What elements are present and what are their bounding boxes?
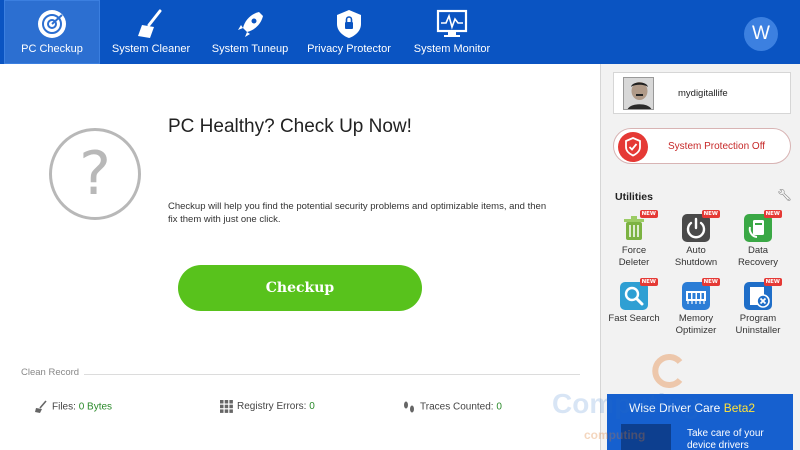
pc-checkup-icon (38, 10, 66, 38)
watermark-logo (652, 354, 683, 388)
shield-icon (337, 10, 361, 38)
broom-icon (138, 9, 162, 38)
checkup-button[interactable]: Checkup (178, 265, 422, 311)
top-nav-bar: PC Checkup System Cleaner System Tuneup … (0, 0, 800, 64)
stat-traces-counted: Traces Counted: 0 (402, 400, 502, 414)
protection-shield-icon (618, 132, 648, 162)
stat-label: Registry Errors: (237, 401, 307, 413)
protection-status: System Protection Off (668, 141, 766, 152)
new-badge: NEW (763, 210, 782, 218)
tab-label: PC Checkup (21, 43, 83, 55)
footprints-icon (404, 401, 414, 413)
util-program-uninstaller[interactable]: NEW Program Uninstaller (728, 278, 788, 337)
promo-subtitle: Take care of your device drivers (687, 428, 764, 450)
monitor-icon (436, 9, 468, 37)
system-protection-toggle[interactable]: System Protection Off (613, 128, 791, 164)
new-badge: NEW (639, 278, 658, 286)
tab-system-monitor[interactable]: System Monitor (404, 0, 500, 64)
app-logo: W (744, 17, 778, 51)
new-badge: NEW (639, 210, 658, 218)
tab-label: System Cleaner (111, 43, 191, 55)
tab-system-tuneup[interactable]: System Tuneup (204, 0, 296, 64)
magnifier-icon: NEW (620, 278, 658, 310)
stat-files: Files: 0 Bytes (34, 400, 112, 414)
util-label: Force Deleter (618, 245, 650, 268)
stat-value: 0 Bytes (78, 401, 113, 413)
registry-icon (220, 400, 233, 413)
data-recovery-icon: NEW (744, 210, 782, 242)
broom-icon (35, 400, 47, 413)
tab-system-cleaner[interactable]: System Cleaner (104, 0, 198, 64)
avatar (623, 77, 654, 110)
clean-record-title: Clean Record (21, 367, 80, 378)
stat-registry-errors: Registry Errors: 0 (220, 400, 315, 413)
power-icon: NEW (682, 210, 720, 242)
rocket-icon (238, 12, 263, 37)
tab-pc-checkup[interactable]: PC Checkup (4, 0, 100, 64)
checkup-main-panel: ? PC Healthy? Check Up Now! Checkup will… (0, 64, 600, 450)
tab-label: System Tuneup (211, 43, 289, 55)
util-label: Data Recovery (737, 245, 779, 268)
new-badge: NEW (763, 278, 782, 286)
trash-icon: NEW (620, 210, 658, 242)
util-label: Fast Search (608, 313, 660, 324)
stat-label: Traces Counted: (420, 401, 494, 413)
stat-value: 0 (309, 401, 315, 413)
user-panel[interactable]: mydigitallife (613, 72, 791, 114)
username: mydigitallife (678, 88, 728, 99)
util-fast-search[interactable]: NEW Fast Search (604, 278, 664, 325)
tab-privacy-protector[interactable]: Privacy Protector (300, 0, 398, 64)
util-label: Auto Shutdown (674, 245, 718, 268)
tab-label: Privacy Protector (307, 43, 391, 55)
util-label: Memory Optimizer (675, 313, 717, 336)
stat-label: Files: (52, 401, 76, 413)
new-badge: NEW (701, 278, 720, 286)
tab-label: System Monitor (413, 43, 491, 55)
divider (84, 374, 580, 375)
stat-value: 0 (496, 401, 502, 413)
util-label: Program Uninstaller (735, 313, 781, 336)
util-auto-shutdown[interactable]: NEW Auto Shutdown (666, 210, 726, 269)
question-mark-icon: ? (49, 128, 141, 220)
uninstaller-icon: NEW (744, 278, 782, 310)
util-force-deleter[interactable]: NEW Force Deleter (604, 210, 664, 269)
watermark-subtext: computing (584, 428, 646, 442)
page-title: PC Healthy? Check Up Now! (168, 116, 412, 137)
memory-icon: NEW (682, 278, 720, 310)
watermark-text: Computing (552, 388, 700, 419)
new-badge: NEW (701, 210, 720, 218)
utilities-title: Utilities (615, 191, 653, 203)
util-memory-optimizer[interactable]: NEW Memory Optimizer (666, 278, 726, 337)
wrench-icon[interactable]: 🔧︎ (777, 188, 792, 202)
util-data-recovery[interactable]: NEW Data Recovery (728, 210, 788, 269)
checkup-description: Checkup will help you find the potential… (168, 201, 547, 225)
